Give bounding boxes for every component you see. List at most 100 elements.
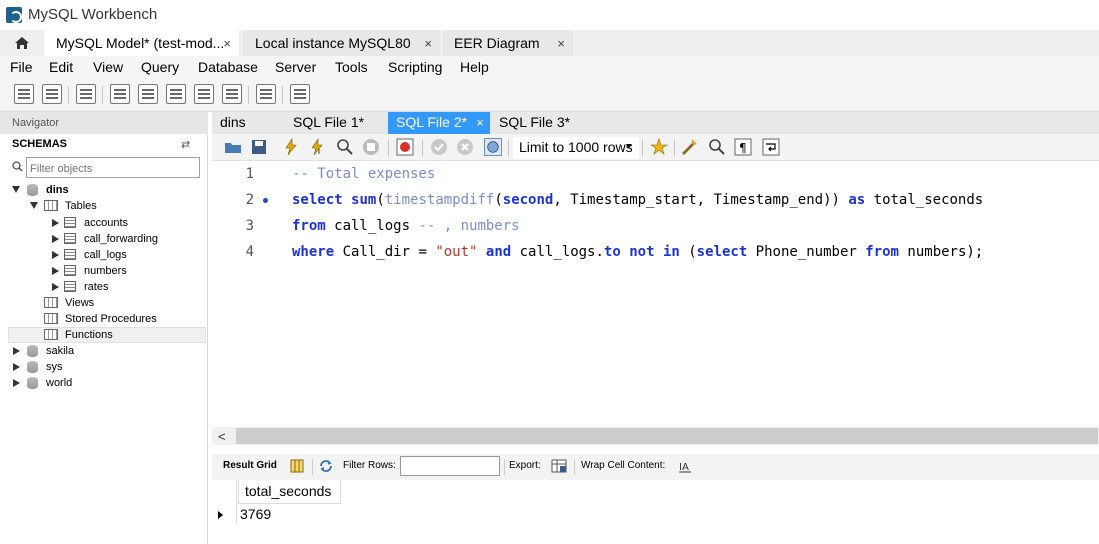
save-icon[interactable] <box>250 138 268 156</box>
refresh-icon[interactable]: ⇄ <box>181 138 193 151</box>
expand-icon[interactable] <box>52 267 59 275</box>
schema-sys[interactable]: sys <box>12 359 202 375</box>
menu-scripting[interactable]: Scripting <box>388 59 442 75</box>
stored-procedures-folder[interactable]: Stored Procedures <box>44 311 194 327</box>
menu-edit[interactable]: Edit <box>49 59 73 75</box>
beautify-icon[interactable] <box>680 138 698 156</box>
result-grid: total_seconds 3769 <box>212 480 1099 544</box>
schema-dins[interactable]: dins <box>12 182 202 198</box>
tables-folder[interactable]: Tables <box>30 198 200 214</box>
expand-icon[interactable] <box>52 251 59 259</box>
sql-text: ( <box>494 192 503 208</box>
limit-rows-select[interactable]: Limit to 1000 rows <box>513 137 639 159</box>
expand-icon[interactable] <box>52 283 59 291</box>
export-label: Export: <box>509 460 541 471</box>
autocommit-icon[interactable] <box>484 138 502 156</box>
sql-editor[interactable]: 1 2 3 4 -- Total expenses select sum(tim… <box>212 161 1099 427</box>
grid-view-icon[interactable] <box>290 459 304 473</box>
title-bar: MySQL Workbench <box>0 0 1099 30</box>
schema-sakila[interactable]: sakila <box>12 343 202 359</box>
sql-text: ( <box>376 192 385 208</box>
refresh-icon[interactable] <box>318 459 334 473</box>
close-icon[interactable]: × <box>424 36 432 51</box>
sql-comment: -- , numbers <box>418 218 520 234</box>
tab-sql-file-3[interactable]: SQL File 3* <box>499 112 570 134</box>
home-tab[interactable] <box>0 30 44 56</box>
add-snippet-icon[interactable] <box>650 138 668 156</box>
commit-icon[interactable] <box>430 138 448 156</box>
tab-mysql-model[interactable]: MySQL Model* (test-mod... × <box>44 30 239 56</box>
wrap-cell-label: Wrap Cell Content: <box>581 460 666 471</box>
explain-icon[interactable] <box>336 138 354 156</box>
column-header[interactable]: total_seconds <box>238 480 341 504</box>
menu-database[interactable]: Database <box>198 59 258 75</box>
wrap-text-icon[interactable]: IA <box>678 459 692 473</box>
close-icon[interactable]: × <box>223 36 231 51</box>
tab-sql-file-2[interactable]: SQL File 2* × <box>388 112 490 134</box>
schema-name: world <box>46 377 73 389</box>
rollback-icon[interactable] <box>456 138 474 156</box>
table-item-call-forwarding[interactable]: call_forwarding <box>50 231 200 247</box>
create-view-icon[interactable] <box>166 84 186 104</box>
close-icon[interactable]: × <box>476 115 484 130</box>
create-function-icon[interactable] <box>222 84 242 104</box>
execute-icon[interactable] <box>282 138 300 156</box>
expand-icon[interactable] <box>13 379 20 387</box>
find-icon[interactable] <box>708 138 726 156</box>
menu-help[interactable]: Help <box>460 59 489 75</box>
expand-icon[interactable] <box>13 347 20 355</box>
reconnect-icon[interactable] <box>290 84 310 104</box>
editor-toolbar: I Limit to 1000 rows ¶ <box>212 134 1099 161</box>
expand-icon[interactable] <box>52 235 59 243</box>
sql-keyword: in <box>662 244 680 260</box>
expand-icon[interactable] <box>12 186 20 193</box>
close-icon[interactable]: × <box>557 36 565 51</box>
schemas-label: SCHEMAS <box>12 138 68 150</box>
views-folder[interactable]: Views <box>44 295 194 311</box>
table-item-rates[interactable]: rates <box>50 279 200 295</box>
toggle-error-icon[interactable] <box>396 138 414 156</box>
functions-folder-icon <box>44 329 58 340</box>
create-table-icon[interactable] <box>138 84 158 104</box>
toolbar-separator <box>674 139 675 157</box>
tab-eer-diagram[interactable]: EER Diagram × <box>443 30 573 56</box>
menu-view[interactable]: View <box>93 59 123 75</box>
search-table-data-icon[interactable] <box>256 84 276 104</box>
schema-world[interactable]: world <box>12 375 202 391</box>
toolbar-separator <box>312 459 313 475</box>
open-folder-icon[interactable] <box>224 138 242 156</box>
tab-local-instance[interactable]: Local instance MySQL80 × <box>243 30 440 56</box>
tab-sql-file-1[interactable]: SQL File 1* <box>293 112 364 134</box>
sql-text: ( <box>679 244 697 260</box>
menu-tools[interactable]: Tools <box>335 59 368 75</box>
create-schema-icon[interactable] <box>110 84 130 104</box>
table-item-accounts[interactable]: accounts <box>50 215 200 231</box>
tab-dins[interactable]: dins <box>220 112 246 134</box>
filter-rows-input[interactable] <box>400 456 500 476</box>
new-sql-tab-icon[interactable] <box>14 84 34 104</box>
scrollbar-thumb[interactable] <box>236 428 1098 444</box>
database-icon <box>27 184 38 196</box>
functions-folder[interactable]: Functions <box>44 327 194 343</box>
create-procedure-icon[interactable] <box>194 84 214 104</box>
inspector-icon[interactable] <box>76 84 96 104</box>
menu-file[interactable]: File <box>10 59 33 75</box>
word-wrap-icon[interactable] <box>762 138 780 156</box>
menu-query[interactable]: Query <box>141 59 179 75</box>
invisible-chars-icon[interactable]: ¶ <box>734 138 752 156</box>
export-icon[interactable] <box>551 458 567 474</box>
expand-icon[interactable] <box>30 202 38 209</box>
horizontal-scrollbar[interactable]: < <box>212 427 1099 445</box>
result-grid-tab[interactable]: Result Grid <box>223 460 277 471</box>
table-item-call-logs[interactable]: call_logs <box>50 247 200 263</box>
execute-current-icon[interactable]: I <box>308 138 326 156</box>
result-cell[interactable]: 3769 <box>240 506 271 522</box>
expand-icon[interactable] <box>13 363 20 371</box>
open-sql-script-icon[interactable] <box>42 84 62 104</box>
stop-icon[interactable] <box>362 138 380 156</box>
scroll-left-icon[interactable]: < <box>218 429 226 444</box>
menu-server[interactable]: Server <box>275 59 316 75</box>
filter-objects-input[interactable] <box>26 157 200 178</box>
table-item-numbers[interactable]: numbers <box>50 263 200 279</box>
expand-icon[interactable] <box>52 219 59 227</box>
